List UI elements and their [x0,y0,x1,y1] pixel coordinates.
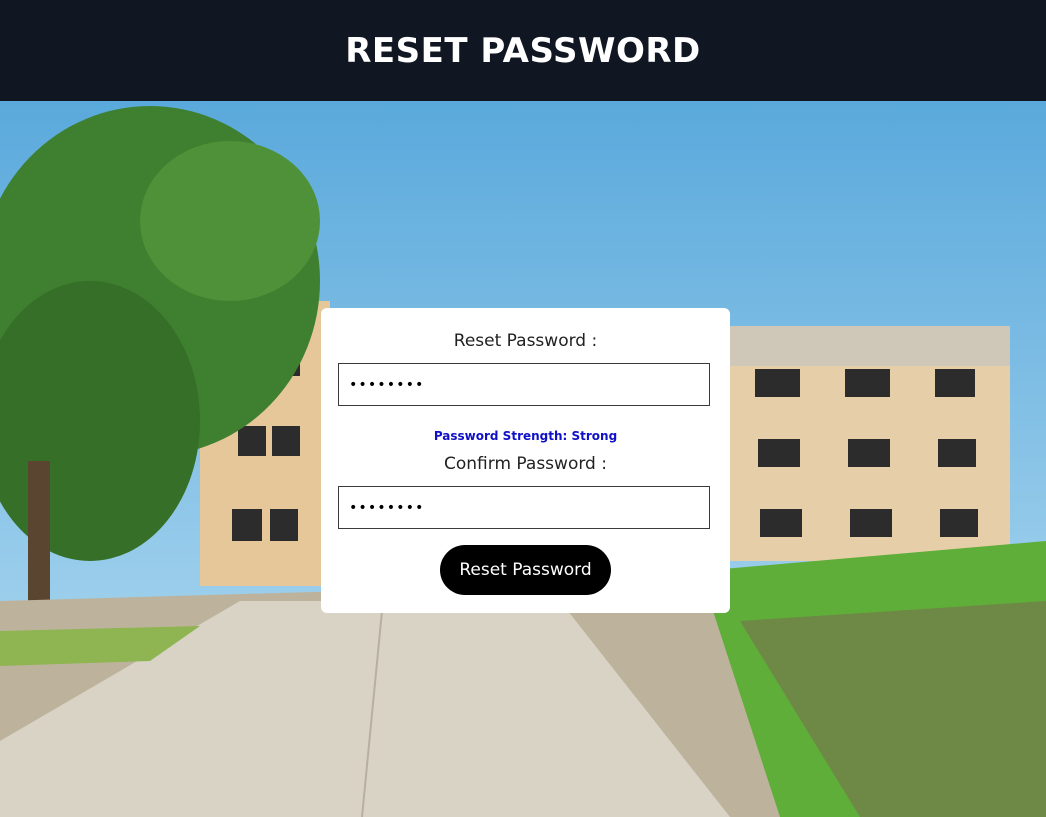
page-title: RESET PASSWORD [345,30,701,71]
reset-password-button[interactable]: Reset Password [440,545,611,595]
confirm-password-input[interactable]: •••••••• [338,486,710,529]
new-password-input[interactable]: •••••••• [338,363,710,406]
password-strength-indicator: Password Strength: Strong [433,429,618,443]
reset-password-label: Reset Password : [453,331,598,351]
page-header: RESET PASSWORD [0,0,1046,101]
reset-password-form: Reset Password : •••••••• Password Stren… [321,308,730,613]
confirm-password-label: Confirm Password : [444,454,607,474]
